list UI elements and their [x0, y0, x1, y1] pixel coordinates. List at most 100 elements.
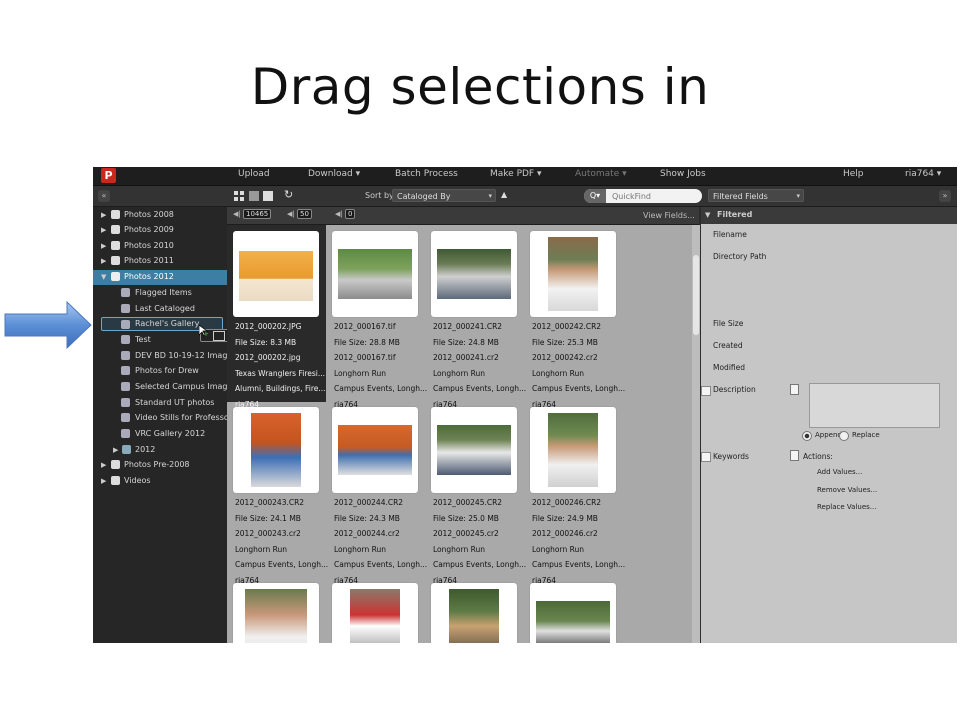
refresh-icon[interactable]: ↻ — [284, 188, 293, 201]
asset-thumbnail[interactable] — [431, 231, 517, 317]
expand-caret-icon[interactable]: ▶ — [101, 257, 106, 265]
asset-thumbnail[interactable] — [530, 583, 616, 643]
sidebar-item-label: Video Stills for Professor — [135, 413, 233, 422]
search-icon[interactable]: Q▾ — [584, 189, 606, 203]
sort-by-select[interactable]: Cataloged By ▾ — [392, 189, 496, 202]
asset-thumbnail[interactable] — [332, 407, 418, 493]
description-textarea[interactable] — [809, 383, 940, 428]
expand-caret-icon[interactable]: ▶ — [113, 446, 118, 454]
menu-make-pdf[interactable]: Make PDF ▾ — [490, 169, 541, 179]
sidebar-item-photos-for-drew[interactable]: Photos for Drew — [93, 364, 227, 379]
expand-caret-icon[interactable]: ▶ — [101, 461, 106, 469]
detail-view-icon[interactable] — [263, 191, 273, 201]
quickfind-input[interactable] — [608, 189, 706, 203]
catalog-icon — [111, 210, 120, 219]
asset-thumbnail[interactable] — [233, 231, 319, 317]
menu-download[interactable]: Download ▾ — [308, 169, 360, 179]
asset-thumbnail[interactable] — [233, 407, 319, 493]
expand-caret-icon[interactable]: ▶ — [101, 477, 106, 485]
menu-show-jobs[interactable]: Show Jobs — [660, 169, 706, 179]
sidebar-item-photos-2012[interactable]: ▼ Photos 2012 — [93, 270, 227, 285]
collapse-right-icon[interactable]: » — [939, 190, 951, 202]
sidebar-item-label: Photos 2012 — [124, 272, 174, 281]
menu-user[interactable]: ria764 ▾ — [905, 169, 941, 179]
replace-values-link[interactable]: Replace Values... — [817, 503, 876, 511]
asset-thumbnail[interactable] — [431, 407, 517, 493]
panel-mode-select[interactable]: Filtered Fields ▾ — [708, 189, 804, 202]
grid-scrollbar[interactable] — [692, 225, 700, 643]
sidebar-item-standard-ut-photos[interactable]: Standard UT photos — [93, 396, 227, 411]
sidebar-item-photos-2010[interactable]: ▶ Photos 2010 — [93, 239, 227, 254]
sidebar-item-flagged-items[interactable]: Flagged Items — [93, 286, 227, 301]
sidebar-item-photos-2008[interactable]: ▶ Photos 2008 — [93, 208, 227, 223]
panel-header[interactable]: ▼ Filtered — [701, 207, 957, 224]
sidebar-item-photos-2011[interactable]: ▶ Photos 2011 — [93, 254, 227, 269]
photo-runner-smiling — [548, 413, 598, 487]
filter-selected-count[interactable]: ◀| 0 — [335, 209, 356, 220]
app-logo[interactable]: P — [101, 168, 116, 183]
filter-page-count[interactable]: ◀| 50 — [287, 209, 312, 220]
sidebar-item-selected-campus-images[interactable]: Selected Campus Images — [93, 380, 237, 395]
collapse-section-icon[interactable]: ▼ — [705, 211, 710, 219]
expand-caret-icon[interactable]: ▶ — [101, 242, 106, 250]
view-fields-link[interactable]: View Fields... — [643, 211, 695, 220]
menu-help[interactable]: Help — [843, 169, 864, 179]
expand-caret-icon[interactable]: ▶ — [101, 211, 106, 219]
sidebar-item-2012-folder[interactable]: ▶ 2012 — [93, 443, 227, 458]
list-view-icon[interactable] — [249, 191, 259, 201]
asset-thumbnail[interactable] — [530, 231, 616, 317]
filter-total-count[interactable]: ◀| 10465 — [233, 209, 272, 220]
asset-file: 2012_000242.cr2 — [532, 353, 598, 362]
sidebar-item-photos-2009[interactable]: ▶ Photos 2009 — [93, 223, 227, 238]
sidebar-item-videos[interactable]: ▶ Videos — [93, 474, 227, 489]
catalog-icon — [111, 476, 120, 485]
sidebar-item-photos-pre-2008[interactable]: ▶ Photos Pre-2008 — [93, 458, 227, 473]
asset-file: 2012_000245.cr2 — [433, 529, 499, 538]
document-icon[interactable] — [790, 384, 799, 395]
sort-direction-button[interactable]: ▲ — [501, 190, 507, 199]
asset-keywords: Campus Events, Longh... — [235, 560, 329, 569]
photo-crowd-runners — [437, 249, 511, 299]
sidebar-item-label: Rachel's Gallery — [135, 319, 200, 328]
asset-name: 2012_000244.CR2 — [334, 498, 404, 507]
expand-caret-icon[interactable]: ▶ — [101, 226, 106, 234]
sidebar-item-dev-bd[interactable]: DEV BD 10-19-12 Images — [93, 349, 237, 364]
add-values-link[interactable]: Add Values... — [817, 468, 862, 476]
append-radio[interactable] — [802, 431, 812, 441]
asset-thumbnail[interactable] — [431, 583, 517, 643]
collapse-caret-icon[interactable]: ▼ — [101, 273, 106, 281]
asset-keywords: Campus Events, Longh... — [334, 384, 428, 393]
sidebar-item-video-stills[interactable]: Video Stills for Professor — [93, 411, 232, 426]
sidebar-item-label: Standard UT photos — [135, 398, 215, 407]
asset-file: 2012_000246.cr2 — [532, 529, 598, 538]
description-checkbox[interactable] — [701, 386, 711, 396]
asset-name: 2012_000241.CR2 — [433, 322, 503, 331]
menu-batch-process[interactable]: Batch Process — [395, 169, 458, 179]
asset-size: File Size: 24.3 MB — [334, 513, 400, 523]
sidebar-item-label: Photos Pre-2008 — [124, 460, 190, 469]
remove-values-link[interactable]: Remove Values... — [817, 486, 877, 494]
document-icon[interactable] — [790, 450, 799, 461]
sidebar-item-last-cataloged[interactable]: Last Cataloged — [93, 302, 227, 317]
photo-runner-orange-wall — [251, 413, 301, 487]
gallery-icon — [121, 320, 130, 329]
menu-automate[interactable]: Automate ▾ — [575, 169, 627, 179]
menu-upload[interactable]: Upload — [238, 169, 270, 179]
sidebar-item-label: Photos 2008 — [124, 210, 174, 219]
asset-thumbnail[interactable] — [332, 583, 418, 643]
keywords-checkbox[interactable] — [701, 452, 711, 462]
sort-by-label: Sort by — [365, 191, 394, 200]
replace-radio[interactable] — [839, 431, 849, 441]
grid-view-icon[interactable] — [234, 191, 244, 201]
scrollbar-thumb[interactable] — [693, 255, 699, 335]
selected-count: 0 — [344, 209, 356, 219]
asset-thumbnail[interactable] — [530, 407, 616, 493]
sidebar-item-vrc-gallery-2012[interactable]: VRC Gallery 2012 — [93, 427, 227, 442]
asset-metadata: 2012_000243.CR2 File Size: 24.1 MB 2012_… — [235, 495, 330, 588]
asset-thumbnail[interactable] — [233, 583, 319, 643]
asset-thumbnail[interactable] — [332, 231, 418, 317]
asset-name: 2012_000202.JPG — [235, 322, 302, 331]
sidebar-item-label: VRC Gallery 2012 — [135, 429, 206, 438]
asset-size: File Size: 24.1 MB — [235, 513, 301, 523]
collapse-left-icon[interactable]: « — [98, 190, 110, 202]
